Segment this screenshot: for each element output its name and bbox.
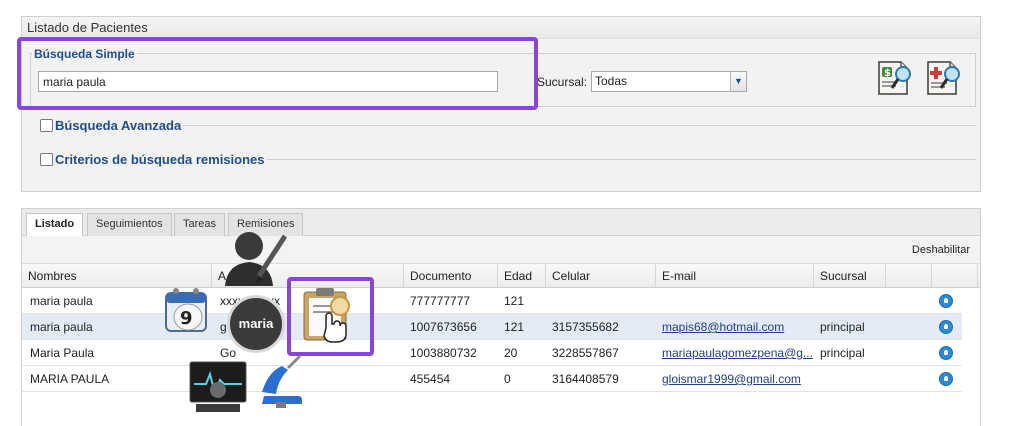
remisiones-criteria-label: Criterios de búsqueda remisiones	[55, 152, 267, 167]
svg-text:$: $	[884, 68, 891, 79]
panel-title: Listado de Pacientes	[22, 17, 980, 39]
table-row[interactable]: Maria Paula Go 1003880732 20 3228557867 …	[22, 340, 962, 366]
column-header-edad[interactable]: Edad	[498, 264, 546, 288]
cell-email[interactable]: mapis68@hotmail.com	[656, 314, 814, 340]
cell-documento: 777777777	[410, 294, 471, 308]
table-row[interactable]: MARIA PAULA VIZ 455454 0 3164408579 gloi…	[22, 366, 962, 392]
advanced-search-label: Búsqueda Avanzada	[55, 118, 184, 133]
medical-report-icon[interactable]	[923, 58, 963, 96]
cell-celular: 3228557867	[552, 346, 619, 360]
highlight-clipboard-option	[287, 277, 374, 356]
cell-sucursal: principal	[820, 320, 865, 334]
cell-edad: 0	[504, 372, 511, 386]
cell-documento: 1003880732	[410, 346, 477, 360]
tab-bar: Listado Seguimientos Tareas Remisiones	[22, 209, 980, 237]
deshabilitar-button[interactable]: Deshabilitar	[912, 244, 970, 256]
divider	[260, 159, 976, 160]
sucursal-selected-value: Todas	[595, 74, 628, 88]
cell-sucursal	[814, 366, 886, 392]
patient-action-icon[interactable]	[939, 346, 953, 360]
patient-action-icon[interactable]	[939, 320, 953, 334]
calendar-icon[interactable]: 9	[160, 283, 214, 339]
cell-nombres: Maria Paula	[30, 346, 95, 360]
remisiones-criteria-toggle[interactable]: Criterios de búsqueda remisiones	[28, 152, 976, 168]
tab-tareas[interactable]: Tareas	[174, 213, 226, 236]
column-header-blank	[886, 264, 932, 288]
cell-sucursal: principal	[820, 346, 865, 360]
sucursal-label: Sucursal:	[537, 75, 588, 89]
column-header-email[interactable]: E-mail	[656, 264, 814, 288]
user-edit-icon[interactable]	[221, 226, 289, 288]
cell-edad: 20	[504, 346, 518, 360]
divider	[178, 125, 976, 126]
cell-sucursal	[814, 288, 886, 314]
cell-email[interactable]: gloismar1999@gmail.com	[656, 366, 814, 392]
sucursal-select[interactable]: Todas ▼	[591, 71, 747, 92]
chevron-down-icon[interactable]: ▼	[730, 72, 746, 91]
cell-documento: 1007673656	[410, 320, 477, 334]
cell-celular: 3157355682	[552, 320, 619, 334]
patient-action-icon[interactable]	[939, 372, 953, 386]
cell-nombres: MARIA PAULA	[30, 372, 110, 386]
cell-edad: 121	[504, 320, 525, 334]
advanced-search-checkbox[interactable]	[40, 119, 53, 132]
patient-action-icon[interactable]	[939, 294, 953, 308]
dental-chair-icon[interactable]	[256, 352, 306, 410]
tab-listado[interactable]: Listado	[26, 213, 84, 237]
grid-toolbar: Deshabilitar	[22, 236, 980, 264]
column-header-sucursal[interactable]: Sucursal	[814, 264, 886, 288]
cell-email[interactable]: mariapaulagomezpena@g...	[656, 340, 814, 366]
advanced-search-toggle[interactable]: Búsqueda Avanzada	[28, 118, 976, 134]
tab-seguimientos[interactable]: Seguimientos	[87, 213, 172, 236]
monitor-icon[interactable]	[188, 360, 248, 414]
cell-email[interactable]	[656, 288, 814, 314]
calendar-number: 9	[180, 308, 193, 329]
column-header-actions	[932, 264, 978, 288]
cell-edad: 121	[504, 294, 525, 308]
cell-documento: 455454	[410, 372, 451, 386]
column-header-documento[interactable]: Documento	[404, 264, 498, 288]
billing-report-icon[interactable]: $	[874, 58, 914, 96]
remisiones-criteria-checkbox[interactable]	[40, 153, 53, 166]
radial-menu-center[interactable]: maria	[227, 295, 285, 353]
highlight-simple-search	[17, 37, 538, 110]
cell-celular	[546, 288, 656, 314]
cell-celular: 3164408579	[552, 372, 619, 386]
column-header-celular[interactable]: Celular	[546, 264, 656, 288]
